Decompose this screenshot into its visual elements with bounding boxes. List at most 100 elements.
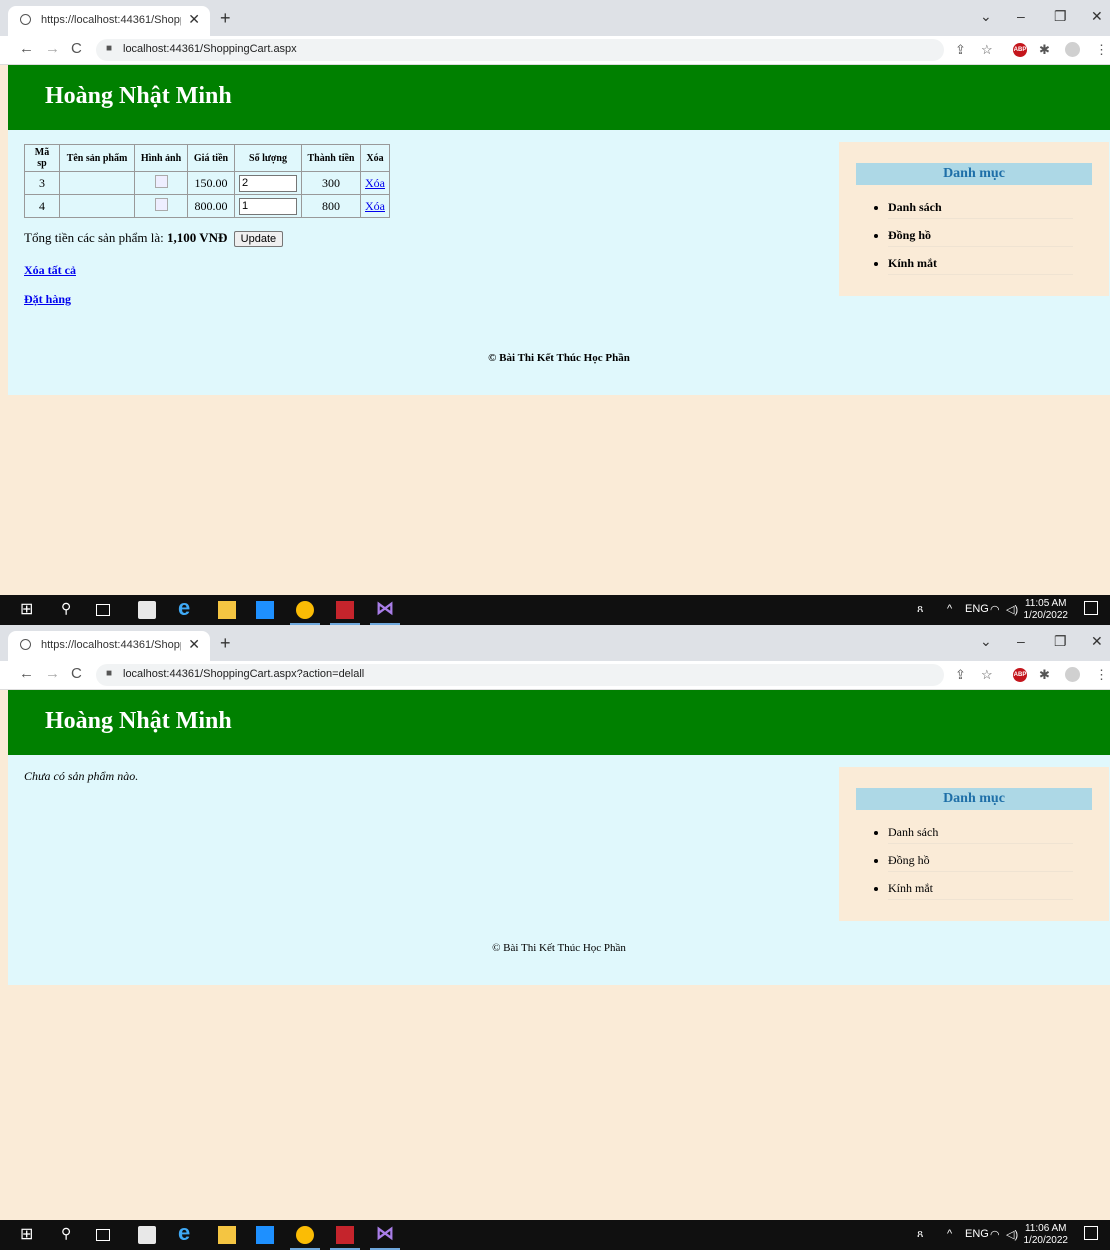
clear-all-link[interactable]: Xóa tất cả (24, 263, 814, 278)
people-icon[interactable]: ጸ (917, 1228, 923, 1241)
tab-bar: https://localhost:44361/Shoppin ✕ + ⌄ – … (0, 625, 1110, 661)
notification-icon[interactable] (1084, 601, 1098, 615)
update-button[interactable]: Update (233, 231, 284, 247)
column-header: Hình ảnh (134, 144, 188, 172)
task-view-icon[interactable] (96, 1229, 110, 1241)
back-icon[interactable]: ← (19, 40, 34, 57)
delete-link[interactable]: Xóa (365, 176, 385, 190)
product-image (134, 171, 188, 195)
tab-title: https://localhost:44361/Shoppin (41, 14, 181, 26)
delete-link[interactable]: Xóa (365, 199, 385, 213)
volume-icon[interactable]: ◁) (1006, 603, 1018, 616)
chevron-up-icon[interactable]: ^ (947, 603, 952, 615)
screenshot-empty-cart: https://localhost:44361/Shoppin ✕ + ⌄ – … (0, 625, 1110, 1250)
search-icon[interactable]: ⚲ (61, 600, 79, 618)
cart-total: Tổng tiền các sản phẩm là: 1,100 VNĐ Upd… (24, 230, 814, 247)
system-clock[interactable]: 11:06 AM 1/20/2022 (1024, 1223, 1069, 1247)
taskbar: ⊞ ⚲ e ⋈ ጸ ^ ENG ◠ ◁) 11:05 AM 1/20/2022 (0, 595, 1110, 625)
mail-icon[interactable] (256, 1226, 274, 1244)
input-indicator[interactable]: ENG (965, 1228, 989, 1240)
file-explorer-icon[interactable] (218, 1226, 236, 1244)
browser-tab[interactable]: https://localhost:44361/Shoppin ✕ (8, 6, 210, 36)
category-item[interactable]: Danh sách (888, 200, 1073, 219)
adblock-icon[interactable]: ABP (1013, 43, 1027, 57)
extensions-icon[interactable]: ✱ (1039, 42, 1050, 58)
input-indicator[interactable]: ENG (965, 603, 989, 615)
bookmark-star-icon[interactable]: ☆ (981, 667, 993, 683)
category-item[interactable]: Kính mắt (888, 256, 1073, 275)
chevron-up-icon[interactable]: ^ (947, 1228, 952, 1240)
chrome-icon[interactable] (296, 1226, 314, 1244)
table-header-row: Mã sp Tên sản phẩm Hình ảnh Giá tiền Số … (24, 144, 390, 172)
reload-icon[interactable]: C (71, 40, 82, 57)
mail-icon[interactable] (256, 601, 274, 619)
extensions-icon[interactable]: ✱ (1039, 667, 1050, 683)
share-icon[interactable]: ⇪ (955, 667, 966, 683)
chevron-down-icon[interactable]: ⌄ (980, 633, 992, 650)
share-icon[interactable]: ⇪ (955, 42, 966, 58)
forward-icon[interactable]: → (45, 665, 60, 682)
windows-start-icon[interactable]: ⊞ (20, 1224, 38, 1243)
bookmark-star-icon[interactable]: ☆ (981, 42, 993, 58)
file-explorer-icon[interactable] (218, 601, 236, 619)
visual-studio-icon[interactable]: ⋈ (376, 598, 394, 618)
search-icon[interactable]: ⚲ (61, 1225, 79, 1243)
chevron-down-icon[interactable]: ⌄ (980, 8, 992, 25)
restore-icon[interactable]: ❐ (1054, 633, 1067, 650)
visual-paradigm-icon[interactable] (336, 1226, 354, 1244)
minimize-icon[interactable]: – (1017, 633, 1025, 649)
notification-icon[interactable] (1084, 1226, 1098, 1240)
wifi-icon[interactable]: ◠ (990, 1228, 1000, 1241)
globe-icon (20, 14, 31, 25)
new-tab-icon[interactable]: + (220, 8, 231, 29)
forward-icon[interactable]: → (45, 40, 60, 57)
product-name (59, 194, 135, 218)
close-window-icon[interactable]: ✕ (1091, 633, 1103, 650)
url-field[interactable]: ■ localhost:44361/ShoppingCart.aspx?acti… (96, 664, 944, 686)
url-text: localhost:44361/ShoppingCart.aspx?action… (123, 668, 365, 680)
restore-icon[interactable]: ❐ (1054, 8, 1067, 25)
system-clock[interactable]: 11:05 AM 1/20/2022 (1024, 598, 1069, 622)
category-item[interactable]: Đồng hồ (888, 228, 1073, 247)
category-item[interactable]: Danh sách (888, 825, 1073, 844)
visual-studio-icon[interactable]: ⋈ (376, 1223, 394, 1243)
close-tab-icon[interactable]: ✕ (188, 11, 200, 28)
menu-icon[interactable]: ⋮ (1095, 42, 1108, 58)
menu-icon[interactable]: ⋮ (1095, 667, 1108, 683)
quantity-input[interactable] (239, 174, 297, 192)
store-icon[interactable] (138, 1226, 156, 1244)
close-window-icon[interactable]: ✕ (1091, 8, 1103, 25)
task-view-icon[interactable] (96, 604, 110, 616)
profile-avatar[interactable] (1065, 667, 1080, 682)
product-price: 800.00 (187, 194, 235, 218)
chrome-icon[interactable] (296, 601, 314, 619)
volume-icon[interactable]: ◁) (1006, 1228, 1018, 1241)
minimize-icon[interactable]: – (1017, 8, 1025, 24)
back-icon[interactable]: ← (19, 665, 34, 682)
people-icon[interactable]: ጸ (917, 603, 923, 616)
profile-avatar[interactable] (1065, 42, 1080, 57)
reload-icon[interactable]: C (71, 665, 82, 682)
address-bar: ← → C ■ localhost:44361/ShoppingCart.asp… (0, 661, 1110, 690)
store-icon[interactable] (138, 601, 156, 619)
checkout-link[interactable]: Đặt hàng (24, 292, 814, 307)
category-item[interactable]: Kính mắt (888, 881, 1073, 900)
category-list: Danh sách Đồng hồ Kính mắt (839, 825, 1109, 921)
delete-cell: Xóa (360, 171, 390, 195)
visual-paradigm-icon[interactable] (336, 601, 354, 619)
address-bar: ← → C ■ localhost:44361/ShoppingCart.asp… (0, 36, 1110, 65)
edge-icon[interactable]: e (178, 1220, 196, 1245)
wifi-icon[interactable]: ◠ (990, 603, 1000, 616)
new-tab-icon[interactable]: + (220, 633, 231, 654)
close-tab-icon[interactable]: ✕ (188, 636, 200, 653)
browser-tab[interactable]: https://localhost:44361/Shoppin ✕ (8, 631, 210, 661)
product-price: 150.00 (187, 171, 235, 195)
adblock-icon[interactable]: ABP (1013, 668, 1027, 682)
windows-start-icon[interactable]: ⊞ (20, 599, 38, 618)
category-item[interactable]: Đồng hồ (888, 853, 1073, 872)
edge-icon[interactable]: e (178, 595, 196, 620)
page-footer: © Bài Thi Kết Thúc Học Phần (488, 352, 630, 364)
url-field[interactable]: ■ localhost:44361/ShoppingCart.aspx (96, 39, 944, 61)
quantity-input[interactable] (239, 197, 297, 215)
total-value: 1,100 VNĐ (166, 230, 228, 245)
